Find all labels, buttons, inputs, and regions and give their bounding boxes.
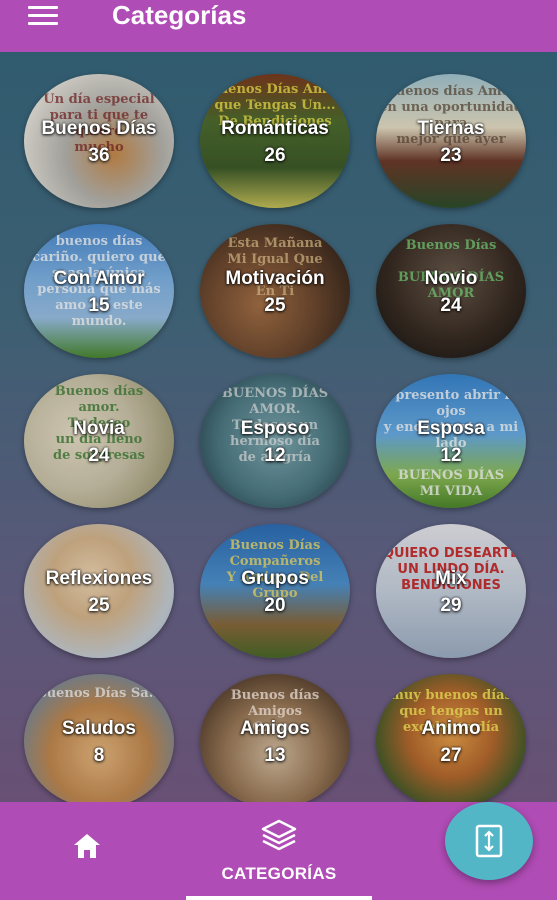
layers-icon — [261, 819, 297, 851]
category-romanticas[interactable]: Buenos Días Amor que Tengas Un... De Ben… — [200, 74, 350, 208]
category-count: 15 — [88, 295, 110, 316]
category-count: 27 — [440, 745, 462, 766]
category-name: Amigos — [240, 718, 310, 739]
category-overlay — [200, 524, 350, 658]
category-count: 25 — [264, 295, 286, 316]
category-esposo[interactable]: BUENOS DÍAS AMOR. Te deseo un hermoso dí… — [200, 374, 350, 508]
category-name: Con Amor — [53, 268, 145, 289]
category-count: 20 — [264, 595, 286, 616]
category-count: 24 — [88, 445, 110, 466]
tab-categorias-label: CATEGORÍAS — [221, 864, 337, 883]
category-reflexiones[interactable]: Reflexiones 25 — [24, 524, 174, 658]
category-count: 12 — [440, 445, 462, 466]
category-motivacion[interactable]: Esta Mañana Mi Igual Que En Ti Motivació… — [200, 224, 350, 358]
category-overlay — [376, 224, 526, 358]
category-con-amor[interactable]: buenos días cariño. quiero que seas la ú… — [24, 224, 174, 358]
category-overlay — [376, 74, 526, 208]
category-tiernas[interactable]: Buenos días Amor en una oportunidad para… — [376, 74, 526, 208]
category-overlay — [24, 74, 174, 208]
category-count: 36 — [88, 145, 110, 166]
category-amigos[interactable]: Buenos días Amigos Grupo Amigos 13 — [200, 674, 350, 802]
category-name: Esposo — [240, 418, 310, 439]
category-name: Reflexiones — [45, 568, 153, 589]
swap-fab-button[interactable] — [445, 802, 533, 880]
category-name: Esposa — [417, 418, 485, 439]
category-mix[interactable]: QUIERO DESEARTE UN LINDO DÍA. BENDICIONE… — [376, 524, 526, 658]
category-count: 23 — [440, 145, 462, 166]
category-name: Motivación — [225, 268, 325, 289]
home-button[interactable] — [72, 832, 114, 872]
tab-categorias[interactable]: CATEGORÍAS — [186, 802, 372, 900]
category-overlay — [376, 524, 526, 658]
category-name: Saludos — [62, 718, 136, 739]
category-buenos-dias[interactable]: Un día especial para ti que te quiero mu… — [24, 74, 174, 208]
category-count: 12 — [264, 445, 286, 466]
category-overlay — [376, 374, 526, 508]
category-grid: Un día especial para ti que te quiero mu… — [0, 52, 557, 802]
category-name: Novia — [73, 418, 125, 439]
category-overlay — [24, 224, 174, 358]
swap-vertical-icon — [475, 824, 503, 858]
category-saludos[interactable]: Buenos Días Sa... Saludos 8 — [24, 674, 174, 802]
category-grupos[interactable]: Buenos Días Compañeros Y Amigos Del Grup… — [200, 524, 350, 658]
page-title: Categorías — [112, 0, 247, 30]
category-overlay — [200, 374, 350, 508]
category-name: Novio — [424, 268, 478, 289]
category-count: 8 — [93, 745, 105, 766]
category-overlay — [24, 524, 174, 658]
hamburger-menu-icon-line — [28, 22, 58, 25]
category-count: 29 — [440, 595, 462, 616]
category-novia[interactable]: Buenos días amor. Te deseo un día lleno … — [24, 374, 174, 508]
category-count: 13 — [264, 745, 286, 766]
category-count: 26 — [264, 145, 286, 166]
category-name: Tiernas — [417, 118, 485, 139]
category-name: Grupos — [241, 568, 309, 589]
category-name: Buenos Días — [41, 118, 157, 139]
hamburger-menu-icon-line — [28, 14, 58, 17]
hamburger-menu-icon — [28, 6, 58, 9]
category-count: 24 — [440, 295, 462, 316]
menu-button[interactable] — [28, 6, 62, 28]
category-overlay — [24, 374, 174, 508]
category-name: Animo — [421, 718, 481, 739]
category-esposa[interactable]: te presento abrir los ojos y encontrarte… — [376, 374, 526, 508]
category-count: 25 — [88, 595, 110, 616]
category-novio[interactable]: Buenos Días BUENOS DÍAS AMOR Novio 24 — [376, 224, 526, 358]
category-overlay — [200, 74, 350, 208]
category-animo[interactable]: muy buenos días que tengas un excelente … — [376, 674, 526, 802]
category-overlay — [200, 224, 350, 358]
home-icon — [74, 834, 100, 858]
app-bar: Categorías — [0, 0, 557, 52]
category-name: Mix — [435, 568, 467, 589]
category-name: Románticas — [221, 118, 329, 139]
active-tab-indicator — [186, 896, 372, 900]
